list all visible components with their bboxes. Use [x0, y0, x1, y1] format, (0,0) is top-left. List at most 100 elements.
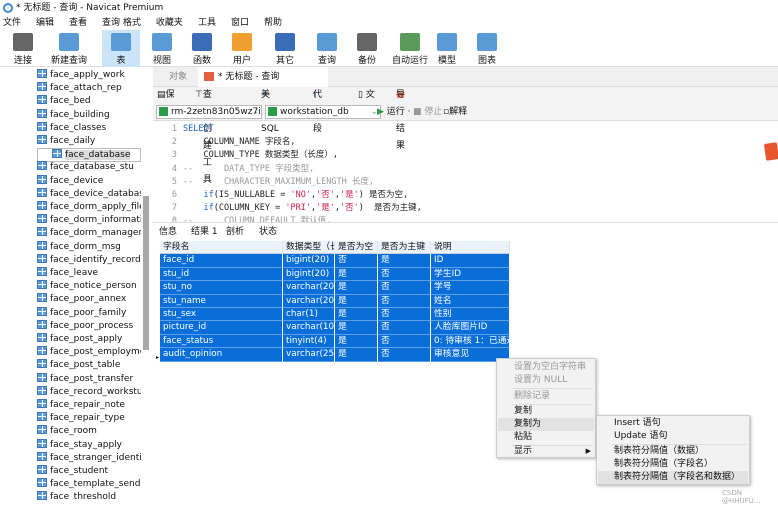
- save-button[interactable]: ▤ 保存: [157, 87, 175, 117]
- menu-item[interactable]: 文件: [3, 16, 21, 30]
- query-builder-button[interactable]: ⊤ 查询创建工具: [195, 87, 212, 185]
- sidebar-table-item[interactable]: face_stranger_identify_: [37, 451, 141, 465]
- sidebar-table-item[interactable]: face_repair_type: [37, 412, 141, 425]
- toolbar-plug-button[interactable]: 连接: [8, 30, 38, 67]
- stop-button[interactable]: ■ 停止: [413, 106, 442, 119]
- sidebar-table-item[interactable]: face_student: [37, 465, 141, 478]
- sidebar-scrollbar[interactable]: [143, 196, 149, 350]
- sidebar-table-item[interactable]: face_database: [37, 148, 141, 163]
- toolbar-model-button[interactable]: 模型: [430, 30, 464, 67]
- sidebar-table-item[interactable]: face_database_stu: [37, 161, 141, 174]
- menu-copy[interactable]: 复制: [514, 405, 532, 418]
- tab-query[interactable]: * 无标题 - 查询: [198, 67, 328, 87]
- sidebar-table-item[interactable]: face_dorm_msg: [37, 240, 141, 254]
- database-select[interactable]: workstation_db ⌄: [265, 105, 381, 119]
- sidebar-table-item[interactable]: face_device: [37, 174, 141, 188]
- sidebar-table-item[interactable]: face_post_employmen: [37, 346, 141, 359]
- sidebar-table-item[interactable]: face_poor_process: [37, 319, 141, 333]
- toolbar-backup-button[interactable]: 备份: [350, 30, 384, 67]
- menu-item[interactable]: 窗口: [231, 16, 249, 30]
- column-header[interactable]: 是否为主键: [378, 241, 431, 255]
- menu-insert-statement[interactable]: Insert 语句: [614, 417, 661, 430]
- sidebar-table-item[interactable]: face_dorm_informatior: [37, 214, 141, 227]
- menu-item[interactable]: 帮助: [264, 16, 282, 30]
- sidebar-table-item[interactable]: face_record_workstudy: [37, 385, 141, 399]
- sidebar-table-item[interactable]: face_leave: [37, 267, 141, 280]
- sidebar-table-item[interactable]: face_dorm_apply_file: [37, 201, 141, 214]
- grid-cell: 0: 待审核 1：已通过: [431, 334, 510, 349]
- table-row[interactable]: stu_id bigint(20) 是否学生ID: [160, 267, 510, 282]
- toolbar-table-button[interactable]: 表: [102, 30, 140, 67]
- toolbar-new-query-button[interactable]: 新建查询: [44, 30, 94, 67]
- sidebar-table-item[interactable]: face_repair_note: [37, 399, 141, 412]
- table-row[interactable]: picture_idvarchar(100)是否人脸库图片ID: [160, 321, 510, 335]
- sidebar-table-item[interactable]: face_template_send: [37, 478, 141, 491]
- sidebar-table-item[interactable]: face_bed: [37, 95, 141, 108]
- result-tab[interactable]: 状态: [259, 225, 277, 240]
- sidebar-table-item[interactable]: face_building: [37, 108, 141, 122]
- connection-select[interactable]: rm-2zetn83n05wz7i ⌄: [156, 105, 262, 119]
- result-tab[interactable]: 信息: [159, 225, 177, 240]
- code-token: COLUMN_TYPE 数据类型（长度）,: [183, 150, 338, 161]
- toolbar-function-button[interactable]: 函数: [185, 30, 219, 67]
- sidebar-table-item[interactable]: face_notice_person: [37, 280, 141, 293]
- menu-item[interactable]: 编辑: [36, 16, 54, 30]
- table-row[interactable]: face_id bigint(20) 否是 ID: [160, 254, 510, 268]
- code-token: if: [203, 203, 214, 214]
- toolbar-view-button[interactable]: 视图: [145, 30, 179, 67]
- table-row[interactable]: audit_opinionvarchar(255)是否审核意见: [160, 348, 510, 362]
- menu-item[interactable]: 查询 格式: [102, 16, 141, 30]
- table-row[interactable]: stu_name varchar(20) 是否姓名: [160, 294, 510, 308]
- sidebar-table-item[interactable]: face_daily: [37, 135, 141, 148]
- toolbar-schedule-button[interactable]: 自动运行: [388, 30, 432, 67]
- sidebar-table-item[interactable]: face_classes: [37, 121, 141, 135]
- sidebar-table-item[interactable]: face_identify_record: [37, 253, 141, 267]
- grid-cell: 是: [335, 267, 378, 282]
- sql-editor[interactable]: 1 SELECT 2 COLUMN_NAME 字段名, 3 COLUMN_TYPE 数…: [153, 121, 778, 222]
- sidebar-table-item[interactable]: face_room: [37, 425, 141, 438]
- sidebar-table-item[interactable]: face_device_database: [37, 187, 141, 201]
- toolbar-user-button[interactable]: 用户: [225, 30, 259, 67]
- result-tab[interactable]: 剖析: [226, 225, 244, 240]
- sidebar-table-item[interactable]: face_post_apply: [37, 333, 141, 346]
- sidebar-table-item[interactable]: face_attach_rep: [37, 82, 141, 95]
- code-token: '是': [339, 190, 359, 200]
- sidebar-table-item[interactable]: face_poor_annex: [37, 293, 141, 306]
- sidebar-table-item[interactable]: face_apply_work: [37, 69, 141, 82]
- explain-button[interactable]: ▫解释: [443, 106, 467, 119]
- toolbar-chart-button[interactable]: 图表: [470, 30, 504, 67]
- menu-display[interactable]: 显示: [514, 445, 532, 458]
- toolbar-tools-button[interactable]: 其它: [268, 30, 302, 67]
- result-tab[interactable]: 结果 1: [191, 225, 218, 240]
- tab-objects[interactable]: 对象: [169, 67, 187, 87]
- menu-delete-record[interactable]: 删除记录: [514, 390, 550, 403]
- menu-copy-as[interactable]: 复制为: [514, 418, 541, 431]
- menu-set-null[interactable]: 设置为 NULL: [514, 374, 567, 387]
- menu-update-statement[interactable]: Update 语句: [614, 430, 667, 443]
- sidebar-table-item[interactable]: face_post_transfer: [37, 372, 141, 386]
- menu-tsv-data[interactable]: 制表符分隔值（数据）: [614, 445, 704, 458]
- run-button[interactable]: ▶ 运行 ·: [377, 106, 411, 119]
- menu-tsv-fields-and-data[interactable]: 制表符分隔值（字段名和数据）: [614, 471, 740, 484]
- toolbar-query-button[interactable]: 查询: [310, 30, 344, 67]
- menu-tsv-fields[interactable]: 制表符分隔值（字段名）: [614, 458, 713, 471]
- menu-set-empty-string[interactable]: 设置为空白字符串: [514, 361, 586, 374]
- menu-paste[interactable]: 粘贴: [514, 431, 532, 444]
- table-row[interactable]: face_status tinyint(4) 是否 0: 待审核 1：已通过: [160, 334, 510, 349]
- text-button[interactable]: ▯ 文本 ·: [358, 87, 375, 117]
- table-row[interactable]: stu_sex char(1) 是否性别: [160, 308, 510, 322]
- menu-item[interactable]: 工具: [198, 16, 216, 30]
- sidebar-table-item[interactable]: face_poor_family: [37, 306, 141, 320]
- column-header[interactable]: 字段名: [160, 241, 283, 255]
- menu-item[interactable]: 收藏夹: [156, 16, 183, 30]
- sidebar-table-item[interactable]: face_post_table: [37, 359, 141, 372]
- column-header[interactable]: 是否为空: [335, 241, 378, 255]
- sidebar-table-item[interactable]: face_threshold: [37, 491, 141, 500]
- column-header[interactable]: 数据类型（长.: [283, 241, 335, 255]
- sidebar-table-item[interactable]: face_stay_apply: [37, 438, 141, 452]
- table-row[interactable]: stu_no varchar(20) 是否学号: [160, 281, 510, 295]
- menu-item[interactable]: 查看: [69, 16, 87, 30]
- column-header[interactable]: 说明: [431, 241, 510, 255]
- grid-cell: 是: [335, 281, 378, 295]
- sidebar-table-item[interactable]: face_dorm_manager: [37, 227, 141, 240]
